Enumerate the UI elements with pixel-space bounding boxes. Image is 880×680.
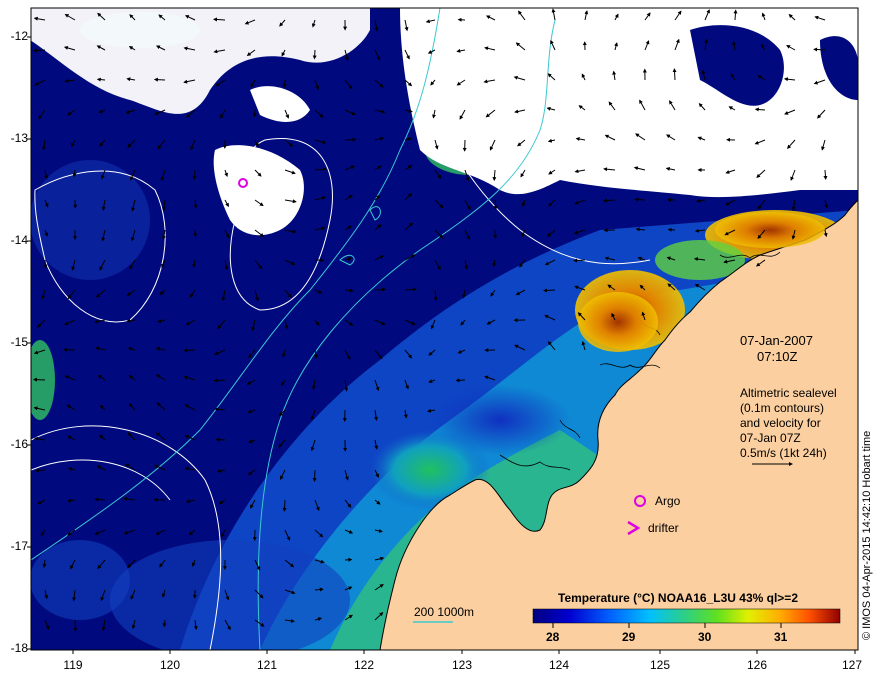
velocity-arrow bbox=[96, 77, 106, 82]
lon-tick-label: 125 bbox=[649, 658, 671, 672]
velocity-arrow bbox=[193, 229, 198, 238]
velocity-arrow bbox=[213, 17, 226, 22]
lon-tick-label: 119 bbox=[63, 658, 83, 672]
velocity-arrow bbox=[153, 77, 166, 82]
velocity-arrow bbox=[33, 48, 46, 53]
lat-tick-label: -14 bbox=[10, 233, 28, 247]
velocity-arrow bbox=[183, 348, 196, 353]
colorbar-title: Temperature (°C) NOAA16_L3U 43% ql>=2 bbox=[558, 591, 798, 605]
velocity-arrow bbox=[282, 79, 287, 89]
colorbar-tick-label: 31 bbox=[774, 630, 788, 644]
velocity-arrow bbox=[73, 619, 78, 632]
lon-tick-label: 122 bbox=[353, 658, 375, 672]
velocity-arrow bbox=[312, 49, 317, 60]
drifter-legend-label: drifter bbox=[648, 521, 679, 535]
lon-tick-label: 120 bbox=[159, 658, 181, 672]
lat-tick-label: -15 bbox=[10, 335, 28, 349]
velocity-arrow bbox=[573, 258, 586, 263]
lon-tick-label: 126 bbox=[746, 658, 768, 672]
velocity-arrow bbox=[672, 68, 677, 81]
velocity-arrow bbox=[213, 378, 226, 383]
velocity-arrow bbox=[823, 169, 828, 180]
colorbar-tick-label: 30 bbox=[698, 630, 712, 644]
velocity-arrow bbox=[312, 469, 317, 482]
altimetry-note-line: (0.1m contours) bbox=[740, 401, 825, 415]
altimetry-note-line: and velocity for bbox=[740, 416, 821, 430]
lat-tick-label: -16 bbox=[10, 437, 28, 451]
altimetry-note-line: 0.5m/s (1kt 24h) bbox=[740, 446, 827, 460]
altimetry-note-line: 07-Jan 07Z bbox=[740, 431, 801, 445]
lon-tick-label: 127 bbox=[841, 658, 863, 672]
lon-tick-label: 121 bbox=[256, 658, 278, 672]
lat-tick-label: -17 bbox=[10, 539, 28, 553]
velocity-arrow bbox=[33, 377, 46, 382]
velocity-arrow bbox=[634, 197, 646, 202]
velocity-arrow bbox=[192, 169, 197, 181]
velocity-arrow bbox=[215, 437, 226, 442]
velocity-arrow bbox=[94, 497, 106, 502]
velocity-arrow bbox=[34, 468, 46, 473]
velocity-arrow bbox=[543, 288, 556, 293]
velocity-arrow bbox=[374, 287, 387, 292]
credit-line: © IMOS 04-Apr-2015 14:42:10 Hobart time bbox=[861, 430, 873, 640]
lat-tick-label: -18 bbox=[10, 641, 28, 655]
velocity-arrow bbox=[733, 9, 738, 21]
colorbar-tick-label: 29 bbox=[622, 630, 636, 644]
lat-tick-label: -12 bbox=[10, 29, 28, 43]
argo-legend-label: Argo bbox=[655, 494, 681, 508]
lon-tick-label: 124 bbox=[548, 658, 570, 672]
velocity-arrow bbox=[282, 499, 287, 512]
velocity-arrow bbox=[344, 137, 357, 142]
lon-tick-label: 123 bbox=[451, 658, 473, 672]
velocity-arrow bbox=[667, 227, 676, 232]
velocity-arrow bbox=[455, 378, 466, 383]
map-time: 07:10Z bbox=[757, 349, 798, 364]
altimetry-note-line: Altimetric sealevel bbox=[740, 386, 837, 400]
lat-tick-label: -13 bbox=[10, 131, 28, 145]
colorbar bbox=[532, 608, 841, 624]
velocity-arrow bbox=[813, 47, 826, 52]
map-date: 07-Jan-2007 bbox=[740, 333, 813, 348]
isobath-legend-label: 200 1000m bbox=[414, 605, 475, 619]
colorbar-tick-label: 28 bbox=[546, 630, 560, 644]
